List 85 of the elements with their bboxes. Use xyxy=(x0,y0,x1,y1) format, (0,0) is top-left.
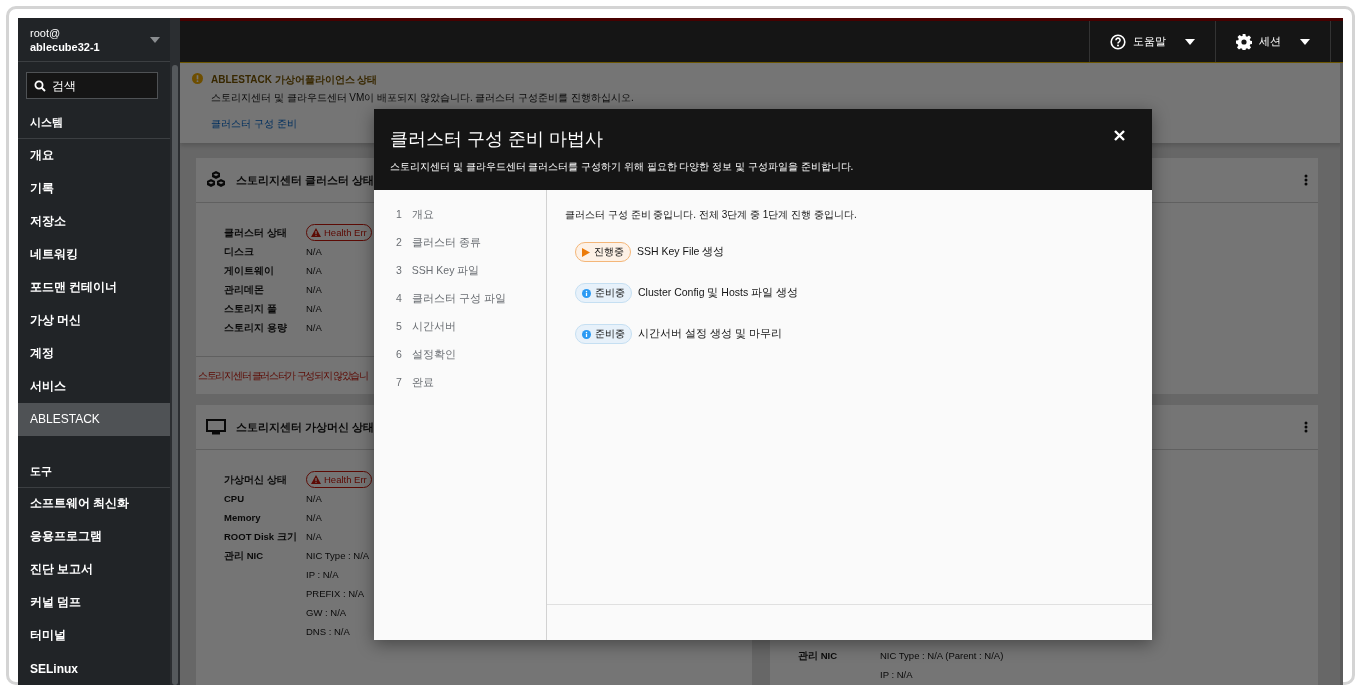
status-badge: 진행중 xyxy=(575,242,631,262)
field-value: N/A xyxy=(306,512,322,523)
field-value: GW : N/A xyxy=(306,607,348,618)
wizard-step[interactable]: 7 완료 xyxy=(396,376,546,390)
nav-item[interactable]: ABLESTACK xyxy=(18,402,170,436)
field-label: Memory xyxy=(224,512,262,525)
field-value: N/A xyxy=(306,531,322,542)
nav-item[interactable]: 응용프로그램 xyxy=(18,520,170,554)
host-name: ablecube32-1 xyxy=(30,39,100,54)
task-label: Cluster Config 및 Hosts 파일 생성 xyxy=(638,286,799,300)
search-field[interactable]: 검색 xyxy=(26,72,158,100)
field-label: 관리 NIC xyxy=(224,550,264,563)
progress-message: 클러스터 구성 준비 중입니다. 전체 3단계 중 1단계 진행 중입니다. xyxy=(565,208,858,222)
nav-item[interactable]: 네트워킹 xyxy=(18,238,170,271)
field-value: N/A xyxy=(306,322,322,333)
wizard-step[interactable]: 6 설정확인 xyxy=(396,348,546,362)
play-icon xyxy=(582,247,590,257)
field-value: N/A xyxy=(306,284,322,295)
scrollbar-thumb[interactable] xyxy=(172,65,178,685)
kebab-icon[interactable] xyxy=(1304,421,1308,433)
wizard-step[interactable]: 5 시간서버 xyxy=(396,320,546,334)
cubes-icon xyxy=(206,171,226,189)
nav-item[interactable]: SELinux xyxy=(18,652,170,685)
nav-item[interactable]: 기록 xyxy=(18,172,170,206)
status-badge: 준비중 xyxy=(575,283,632,303)
menu-button[interactable]: 도움말 xyxy=(1089,21,1215,62)
nav-item[interactable]: 포드맨 컨테이너 xyxy=(18,270,170,304)
wizard-step[interactable]: 2 클러스터 종류 xyxy=(396,236,546,250)
field-label: 관리 NIC xyxy=(798,650,838,663)
task-label: SSH Key File 생성 xyxy=(637,245,725,259)
wizard-step[interactable]: 1 개요 xyxy=(396,208,546,222)
nav-item[interactable]: 저장소 xyxy=(18,205,170,238)
modal-subtitle: 스토리지센터 및 클라우드센터 클러스터를 구성하기 위해 필요한 다양한 정보 및 구성파일을 준비합니다. xyxy=(390,160,855,174)
field-value: N/A xyxy=(306,303,322,314)
nav-item[interactable]: 개요 xyxy=(18,139,170,173)
field-value: PREFIX : N/A xyxy=(306,588,366,599)
warning-icon xyxy=(311,228,321,237)
kebab-icon[interactable] xyxy=(1304,174,1308,186)
nav-item[interactable]: 진단 보고서 xyxy=(18,553,170,587)
field-label: 디스크 xyxy=(224,246,255,259)
caret-icon xyxy=(1300,38,1310,45)
nav-item[interactable]: 커널 덤프 xyxy=(18,586,170,620)
card-title: 스토리지센터 클러스터 상태 xyxy=(236,172,376,188)
wizard-step[interactable]: 3 SSH Key 파일 xyxy=(396,264,546,278)
monitor-icon xyxy=(206,419,226,435)
field-value: NIC Type : N/A xyxy=(306,550,370,561)
modal-title: 클러스터 구성 준비 마법사 xyxy=(390,128,603,151)
field-label: 클러스터 상태 xyxy=(224,227,288,240)
field-label: 게이트웨이 xyxy=(224,265,275,278)
field-value: NIC Type : N/A (Parent : N/A) xyxy=(880,650,1004,661)
nav-item[interactable]: 터미널 xyxy=(18,619,170,653)
warning-icon xyxy=(311,475,321,484)
wizard-step[interactable]: 4 클러스터 구성 파일 xyxy=(396,292,546,306)
alert-message: 스토리지센터 및 클라우드센터 VM이 배포되지 않았습니다. 클러스터 구성준비를 진행하십시오. xyxy=(211,91,634,105)
status-badge: 준비중 xyxy=(575,324,632,344)
info-icon xyxy=(582,288,591,298)
field-value: N/A xyxy=(306,493,322,504)
field-label: 스토리지 풀 xyxy=(224,303,278,316)
nav-item[interactable]: 가상 머신 xyxy=(18,303,170,337)
field-value: N/A xyxy=(306,246,322,257)
card-title: 스토리지센터 가상머신 상태 xyxy=(236,419,376,435)
field-value: IP : N/A xyxy=(306,569,340,580)
close-icon[interactable] xyxy=(1114,130,1125,141)
field-value: IP : N/A xyxy=(880,669,914,680)
nav-item[interactable]: 계정 xyxy=(18,336,170,370)
field-label: 관리데몬 xyxy=(224,284,265,297)
caret-icon[interactable] xyxy=(150,36,160,43)
nav-item[interactable]: 서비스 xyxy=(18,369,170,403)
info-icon xyxy=(582,329,591,339)
help-icon xyxy=(1110,33,1126,50)
field-label: CPU xyxy=(224,493,246,506)
warning-icon xyxy=(192,73,203,84)
error-message: 스토리지센터 클러스터가 구성되지 않았습니 xyxy=(198,369,368,383)
alert-title: ABLESTACK 가상어플라이언스 상태 xyxy=(211,73,379,87)
task-label: 시간서버 설정 생성 및 마무리 xyxy=(638,327,782,341)
field-label: 스토리지 용량 xyxy=(224,322,288,335)
menu-button[interactable]: 세션 xyxy=(1215,21,1331,62)
field-label: ROOT Disk 크기 xyxy=(224,531,298,544)
user-name: root@ xyxy=(30,25,62,40)
nav-item[interactable]: 소프트웨어 최신화 xyxy=(18,487,170,521)
field-value: DNS : N/A xyxy=(306,626,351,637)
field-label: 가상머신 상태 xyxy=(224,474,288,487)
field-value: N/A xyxy=(306,265,322,276)
settings-icon xyxy=(1236,33,1252,50)
caret-icon xyxy=(1185,38,1195,45)
